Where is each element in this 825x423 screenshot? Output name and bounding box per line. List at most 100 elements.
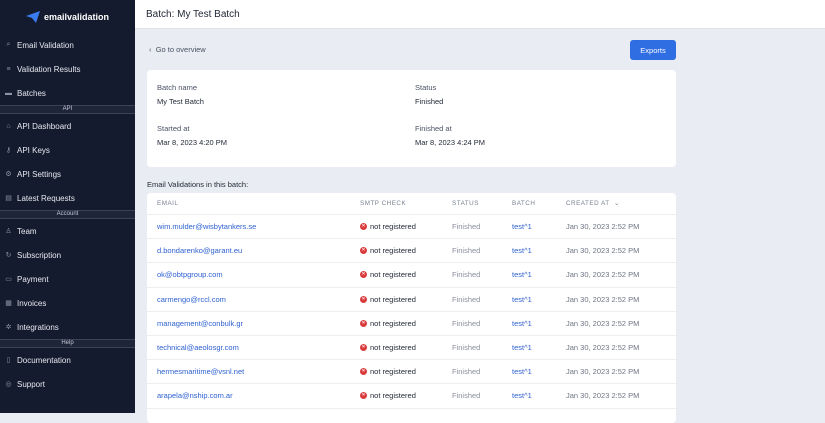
- card-icon: ▭: [5, 276, 12, 283]
- status: Finished: [452, 222, 481, 232]
- sidebar-item-validation-results[interactable]: ≡ Validation Results: [0, 57, 135, 81]
- table-row: arapela@nship.com.ar ✕ not registered Fin…: [147, 384, 676, 409]
- key-icon: ⚷: [5, 147, 12, 154]
- email-link[interactable]: wim.mulder@wisbytankers.se: [147, 222, 350, 231]
- sidebar-item-integrations[interactable]: ✲ Integrations: [0, 315, 135, 339]
- go-to-overview-link[interactable]: ‹ Go to overview: [149, 45, 206, 54]
- status: Finished: [452, 318, 481, 328]
- lifebuoy-icon: ◎: [5, 381, 12, 388]
- status: Finished: [452, 391, 481, 401]
- created-at: Jan 30, 2023 2:52 PM: [566, 391, 640, 401]
- status: Finished: [452, 246, 481, 256]
- list-icon: ≡: [6, 65, 11, 73]
- batch-link[interactable]: test^1: [506, 319, 560, 328]
- chevron-down-icon: ⌄: [611, 200, 620, 207]
- sidebar-item-label: API Dashboard: [17, 121, 72, 131]
- table-row: ok@obtpgroup.com ✕ not registered Finishe…: [147, 263, 676, 288]
- page-title: Batch: My Test Batch: [146, 8, 240, 20]
- batch-link[interactable]: test^1: [506, 246, 560, 255]
- email-link[interactable]: arapela@nship.com.ar: [147, 391, 350, 400]
- smtp-check: ✕ not registered: [360, 343, 416, 353]
- sidebar-item-api-dashboard[interactable]: ⌂ API Dashboard: [0, 114, 135, 138]
- created-at: Jan 30, 2023 2:52 PM: [566, 367, 640, 377]
- email-link[interactable]: management@conbulk.gr: [147, 319, 350, 328]
- batch-link[interactable]: test^1: [506, 343, 560, 352]
- smtp-check: ✕ not registered: [360, 246, 416, 256]
- email-link[interactable]: carmengo@rccl.com: [147, 295, 350, 304]
- batch-link[interactable]: test^1: [506, 270, 560, 279]
- search-icon: ⌕: [6, 41, 11, 48]
- paper-plane-icon: [25, 10, 40, 23]
- exports-button[interactable]: Exports: [630, 40, 676, 60]
- inbox-icon: ▤: [5, 195, 12, 202]
- sidebar-item-api-settings[interactable]: ⚙ API Settings: [0, 162, 135, 186]
- sidebar-item-label: Support: [17, 379, 46, 389]
- sidebar-item-team[interactable]: ♙ Team: [0, 219, 135, 243]
- sidebar-item-invoices[interactable]: ▦ Invoices: [0, 291, 135, 315]
- sidebar-item-api-keys[interactable]: ⚷ API Keys: [0, 138, 135, 162]
- table-row: d.bondarenko@garant.eu ✕ not registered F…: [147, 239, 676, 264]
- sidebar-item-label: Payment: [17, 274, 49, 284]
- created-at: Jan 30, 2023 2:52 PM: [566, 343, 640, 353]
- email-link[interactable]: hermesmaritime@vsnl.net: [147, 367, 350, 376]
- sidebar-section-section_api: API: [0, 105, 135, 114]
- finished-value: Mar 8, 2023 4:24 PM: [415, 138, 486, 147]
- sidebar-item-email-validation[interactable]: ⌕ Email Validation: [0, 33, 135, 57]
- error-icon: ✕: [360, 247, 367, 255]
- created-at: Jan 30, 2023 2:52 PM: [566, 294, 640, 304]
- error-icon: ✕: [360, 392, 367, 400]
- table-row: wim.mulder@wisbytankers.se ✕ not register…: [147, 215, 676, 240]
- created-at: Jan 30, 2023 2:52 PM: [566, 246, 640, 256]
- sidebar-item-label: Team: [17, 226, 37, 236]
- email-link[interactable]: ok@obtpgroup.com: [147, 270, 350, 279]
- created-at: Jan 30, 2023 2:52 PM: [566, 270, 640, 280]
- batch-name-label: Batch name: [157, 83, 198, 92]
- smtp-check: ✕ not registered: [360, 270, 416, 280]
- table-row: carmengo@rccl.com ✕ not registered Finish…: [147, 288, 676, 312]
- status-label: Status: [415, 83, 437, 92]
- smtp-check: ✕ not registered: [360, 367, 416, 377]
- table-title: Email Validations in this batch:: [147, 180, 249, 189]
- email-link[interactable]: technical@aeolosgr.com: [147, 343, 350, 352]
- error-icon: ✕: [360, 319, 367, 327]
- document-icon: ▦: [5, 300, 12, 307]
- sidebar-item-documentation[interactable]: ▯ Documentation: [0, 348, 135, 372]
- page-header: Batch: My Test Batch: [135, 0, 825, 29]
- sidebar-item-support[interactable]: ◎ Support: [0, 372, 135, 396]
- error-icon: ✕: [360, 223, 367, 231]
- smtp-check: ✕ not registered: [360, 294, 416, 304]
- team-icon: ♙: [5, 228, 12, 235]
- sidebar-item-payment[interactable]: ▭ Payment: [0, 267, 135, 291]
- sidebar-item-subscription[interactable]: ↻ Subscription: [0, 243, 135, 267]
- email-link[interactable]: d.bondarenko@garant.eu: [147, 246, 350, 255]
- batch-link[interactable]: test^1: [506, 367, 560, 376]
- sidebar-item-label: API Settings: [17, 169, 62, 179]
- batch-details-card: Batch name My Test Batch Status Finished S…: [147, 70, 676, 167]
- status: Finished: [452, 367, 481, 377]
- status: Finished: [452, 294, 481, 304]
- home-icon: ⌂: [6, 122, 11, 130]
- batch-icon: ▬: [5, 89, 12, 97]
- sidebar-section-section_account: Account: [0, 210, 135, 219]
- smtp-check: ✕ not registered: [360, 318, 416, 328]
- started-value: Mar 8, 2023 4:20 PM: [157, 138, 228, 147]
- sidebar-item-label: Validation Results: [17, 64, 81, 74]
- batch-link[interactable]: test^1: [506, 295, 560, 304]
- logo[interactable]: emailvalidation: [0, 0, 135, 33]
- error-icon: ✕: [360, 368, 367, 376]
- error-icon: ✕: [360, 295, 367, 303]
- sidebar-item-label: API Keys: [17, 145, 50, 155]
- header-email: EMAIL: [157, 200, 179, 207]
- sidebar-item-label: Documentation: [17, 355, 71, 365]
- brand-name: emailvalidation: [43, 11, 110, 22]
- table-row: technical@aeolosgr.com ✕ not registered F…: [147, 336, 676, 361]
- refresh-icon: ↻: [5, 252, 12, 259]
- finished-label: Finished at: [415, 124, 452, 133]
- book-icon: ▯: [6, 357, 11, 364]
- sidebar-item-batches[interactable]: ▬ Batches: [0, 81, 135, 105]
- sidebar-item-latest-requests[interactable]: ▤ Latest Requests: [0, 186, 135, 210]
- batch-link[interactable]: test^1: [506, 222, 560, 231]
- sidebar-item-label: Latest Requests: [17, 193, 75, 203]
- batch-link[interactable]: test^1: [506, 391, 560, 400]
- header-created-at[interactable]: CREATED AT ⌄: [560, 200, 620, 207]
